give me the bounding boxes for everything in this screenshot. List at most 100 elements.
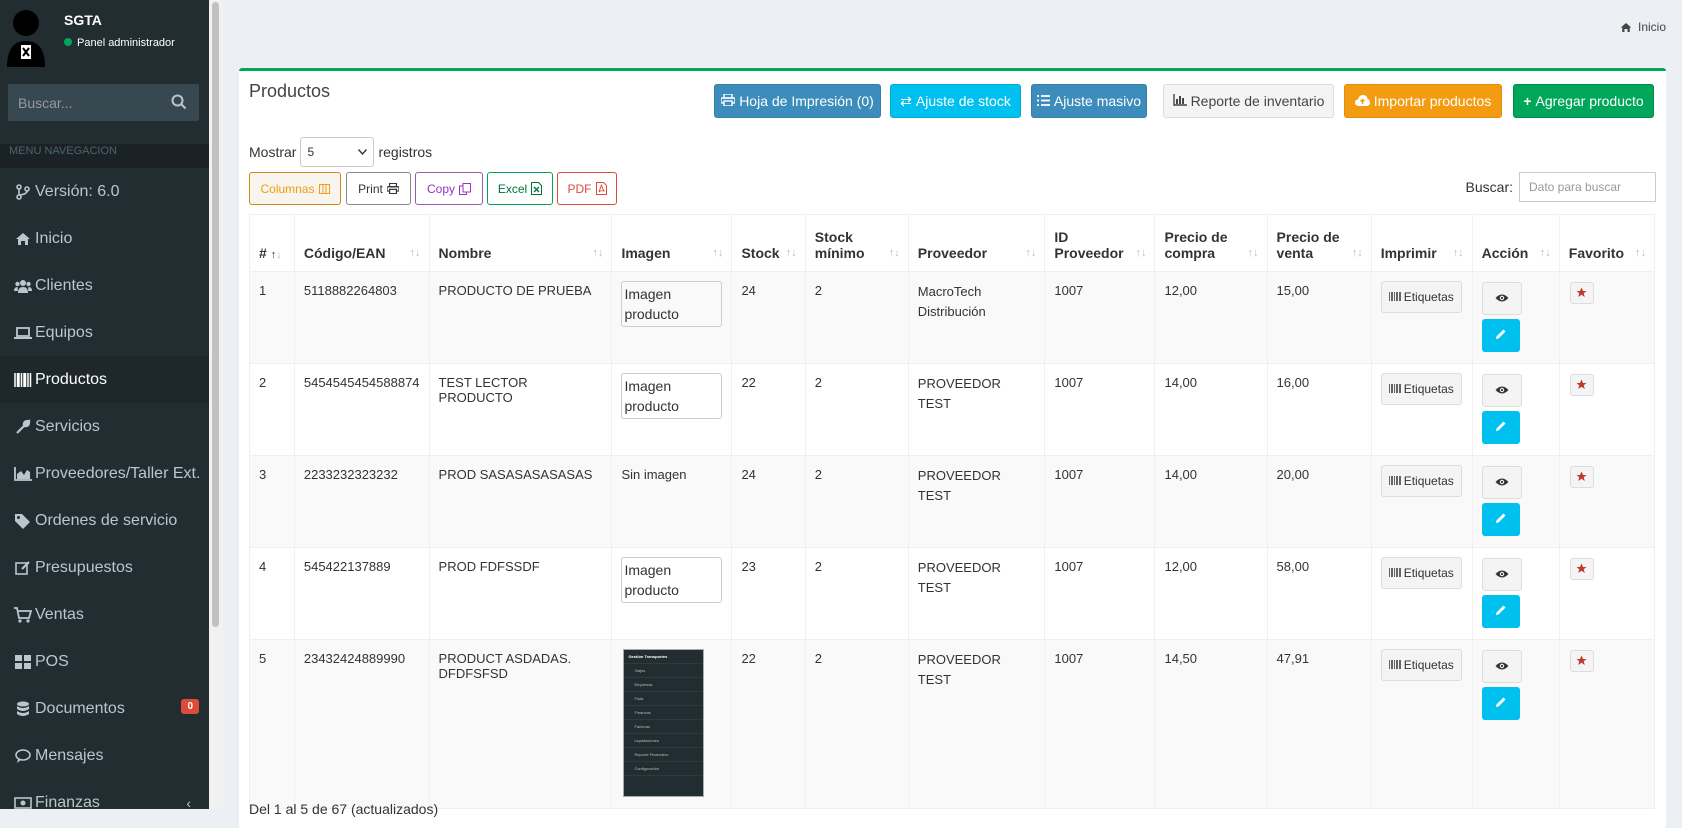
sidebar-item-mensajes[interactable]: Mensajes <box>0 732 209 779</box>
labels-button-label: Etiquetas <box>1403 566 1454 580</box>
favorite-button[interactable] <box>1569 558 1594 580</box>
cell-favorite <box>1558 363 1656 456</box>
sort-icon: ↑↓ <box>1351 247 1363 259</box>
cell-min-stock: 2 <box>804 363 909 456</box>
sidebar-item-label: Servicios <box>35 417 100 435</box>
view-button[interactable] <box>1481 374 1522 407</box>
th-ean[interactable]: Código/EAN ↑↓ <box>293 214 430 272</box>
labels-button[interactable]: Etiquetas <box>1380 281 1462 313</box>
edit-button[interactable] <box>1481 595 1520 628</box>
favorite-button[interactable] <box>1569 374 1594 396</box>
favorite-button[interactable] <box>1569 650 1594 672</box>
products-box: Productos Hoja de Impresión (0) ⇄ Ajuste… <box>239 68 1666 828</box>
th-stock[interactable]: Stock ↑↓ <box>731 214 806 272</box>
cell-image: Sin imagen <box>611 455 733 548</box>
view-button[interactable] <box>1481 650 1522 683</box>
cell-name: PROD FDFSSDF <box>428 547 613 640</box>
cell-action <box>1471 271 1560 364</box>
th-min-stock[interactable]: Stock mínimo ↑↓ <box>804 214 909 272</box>
breadcrumb[interactable]: Inicio <box>1620 20 1666 34</box>
mass-adjust-button[interactable]: Ajuste masivo <box>1031 84 1147 118</box>
sort-icon: ↑↓ <box>785 247 797 259</box>
print-icon <box>386 183 399 194</box>
sidebar-item-clientes[interactable]: Clientes <box>0 262 209 309</box>
search-icon[interactable] <box>171 94 187 110</box>
sort-icon: ↑↓ <box>409 247 421 259</box>
cell-image: Imagen producto <box>611 363 733 456</box>
excel-button[interactable]: Excel <box>487 172 553 205</box>
th-number[interactable]: # ↑↓ <box>249 214 295 272</box>
edit-button[interactable] <box>1481 319 1520 352</box>
th-print[interactable]: Imprimir ↑↓ <box>1370 214 1473 272</box>
print-sheet-button[interactable]: Hoja de Impresión (0) <box>714 84 881 118</box>
import-products-label: Importar productos <box>1373 93 1492 109</box>
documents-badge: 0 <box>181 699 199 714</box>
th-label: Código/EAN <box>303 245 386 261</box>
length-suffix: registros <box>378 144 433 160</box>
sidebar-item-presupuestos[interactable]: Presupuestos <box>0 544 209 591</box>
import-products-button[interactable]: Importar productos <box>1344 84 1502 118</box>
th-image[interactable]: Imagen ↑↓ <box>611 214 733 272</box>
view-button[interactable] <box>1481 558 1522 591</box>
th-provider[interactable]: Proveedor ↑↓ <box>907 214 1046 272</box>
columns-button[interactable]: Columnas <box>249 172 341 205</box>
th-buy-price[interactable]: Precio de compra ↑↓ <box>1154 214 1268 272</box>
sidebar-search-input[interactable] <box>8 84 168 121</box>
print-button[interactable]: Print <box>346 172 411 205</box>
sidebar-item-pos[interactable]: POS <box>0 638 209 685</box>
sidebar-item-label: Ventas <box>35 605 84 623</box>
pencil-icon <box>1495 604 1507 619</box>
length-select[interactable]: 5 <box>300 137 375 167</box>
labels-button[interactable]: Etiquetas <box>1380 373 1462 405</box>
sort-icon: ↑↓ <box>1135 247 1147 259</box>
stock-adjust-button[interactable]: ⇄ Ajuste de stock <box>890 84 1021 118</box>
sidebar-item-label: Finanzas <box>35 793 100 810</box>
th-action[interactable]: Acción ↑↓ <box>1471 214 1560 272</box>
star-icon <box>1576 378 1587 393</box>
sidebar-item-productos[interactable]: Productos <box>0 356 209 403</box>
th-name[interactable]: Nombre ↑↓ <box>428 214 613 272</box>
th-provider-id[interactable]: ID Proveedor ↑↓ <box>1044 214 1156 272</box>
pdf-button[interactable]: PDF <box>557 172 617 205</box>
edit-button[interactable] <box>1481 411 1520 444</box>
favorite-button[interactable] <box>1569 282 1594 304</box>
labels-button-label: Etiquetas <box>1403 290 1454 304</box>
breadcrumb-item[interactable]: Inicio <box>1638 20 1666 34</box>
cell-sell-price: 20,00 <box>1266 455 1372 548</box>
sort-icon: ↑↓ <box>1539 247 1551 259</box>
labels-button[interactable]: Etiquetas <box>1380 557 1462 589</box>
chart-icon <box>11 466 35 481</box>
cart-icon <box>11 606 35 623</box>
edit-button[interactable] <box>1481 503 1520 536</box>
sidebar-header: MENU NAVEGACION <box>0 144 209 168</box>
sidebar-item-documentos[interactable]: Documentos 0 <box>0 685 209 732</box>
sidebar-item-inicio[interactable]: Inicio <box>0 215 209 262</box>
cell-stock: 22 <box>731 639 806 809</box>
sidebar-item-ventas[interactable]: Ventas <box>0 591 209 638</box>
labels-button[interactable]: Etiquetas <box>1380 465 1462 497</box>
copy-icon <box>459 182 471 195</box>
thumbnail-menu-item: Liquidaciones <box>624 734 704 748</box>
labels-button[interactable]: Etiquetas <box>1380 649 1462 681</box>
edit-button[interactable] <box>1481 687 1520 720</box>
sidebar-item-proveedores[interactable]: Proveedores/Taller Ext. <box>0 450 209 497</box>
sidebar-item-servicios[interactable]: Servicios <box>0 403 209 450</box>
table-search-input[interactable] <box>1519 172 1656 202</box>
view-button[interactable] <box>1481 282 1522 315</box>
sort-icon: ↑↓ <box>712 247 724 259</box>
sidebar-scrollbar[interactable] <box>209 0 223 809</box>
inventory-report-button[interactable]: Reporte de inventario <box>1163 84 1334 118</box>
cell-image: Imagen producto <box>611 271 733 364</box>
sidebar-item-ordenes[interactable]: Ordenes de servicio <box>0 497 209 544</box>
copy-button[interactable]: Copy <box>415 172 483 205</box>
th-favorite[interactable]: Favorito ↑↓ <box>1558 214 1656 272</box>
th-sell-price[interactable]: Precio de venta ↑↓ <box>1266 214 1372 272</box>
sidebar-item-finanzas[interactable]: Finanzas ‹ <box>0 779 209 809</box>
sidebar-item-equipos[interactable]: Equipos <box>0 309 209 356</box>
add-product-button[interactable]: + Agregar producto <box>1513 84 1654 118</box>
favorite-button[interactable] <box>1569 466 1594 488</box>
cell-number: 4 <box>249 547 295 640</box>
scrollbar-thumb[interactable] <box>212 2 219 627</box>
view-button[interactable] <box>1481 466 1522 499</box>
sidebar-item-version[interactable]: Versión: 6.0 <box>0 168 209 215</box>
